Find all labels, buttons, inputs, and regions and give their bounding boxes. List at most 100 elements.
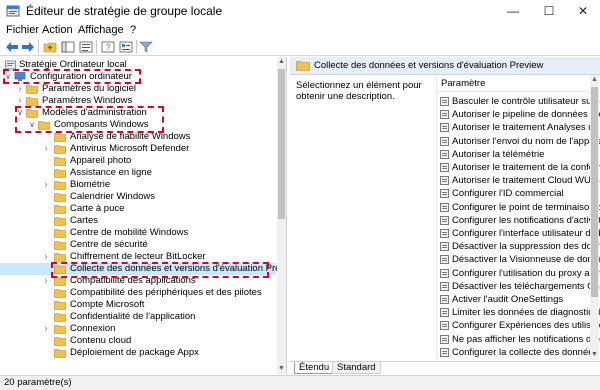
scroll-down-arrow-icon[interactable]: ▼ [590,350,599,360]
tree-software-settings[interactable]: › Paramètres du logiciel [0,83,286,95]
setting-row[interactable]: Désactiver les téléchargements OneSe [437,280,600,293]
setting-row[interactable]: Configurer le point de terminaison de [437,201,600,214]
collapsed-chevron-icon[interactable]: › [42,323,50,335]
folder-icon [54,145,66,154]
setting-row[interactable]: Configurer l'utilisation du proxy authe [437,267,600,280]
forward-icon[interactable] [20,39,36,55]
tree-component-item[interactable]: › Biométrie [0,179,276,191]
setting-label: Autoriser le traitement de la conformit [452,162,600,173]
tree-component-label: Compatibilité des périphériques et des p… [70,287,262,298]
policy-setting-icon [440,110,449,120]
help-icon[interactable]: ? [100,39,116,55]
tree-component-item[interactable]: Déploiement de package Appx [0,347,276,359]
menu-affichage[interactable]: Affichage [76,22,126,38]
back-icon[interactable] [4,39,20,55]
setting-row[interactable]: Désactiver la suppression des données [437,240,600,253]
maximize-button[interactable]: ☐ [532,0,566,22]
scroll-down-arrow-icon[interactable]: ▼ [277,364,286,374]
tree-component-item[interactable]: Confidentialité de l'application [0,311,276,323]
policy-setting-icon [440,281,449,291]
folder-icon [54,217,66,226]
list-view-icon[interactable] [78,39,94,55]
setting-row[interactable]: Limiter les données de diagnostic de r [437,306,600,319]
tree-component-item[interactable]: Contenu cloud [0,335,276,347]
tree-scrollbar-thumb[interactable] [278,69,285,219]
filter-icon[interactable] [138,39,154,55]
tree-component-label: Compte Microsoft [70,299,145,310]
show-hide-tree-icon[interactable] [60,39,76,55]
setting-row[interactable]: Autoriser le traitement de la conformit [437,161,600,174]
properties-icon[interactable] [118,39,134,55]
tree-component-item[interactable]: Centre de sécurité [0,239,276,251]
policy-setting-icon [440,295,449,304]
folder-icon [54,349,66,358]
tree-component-item[interactable]: Carte à puce [0,203,276,215]
policy-setting-icon [440,163,449,172]
folder-icon [54,301,66,310]
setting-row[interactable]: Autoriser le pipeline de données comm [437,108,600,121]
setting-row[interactable]: Autoriser le traitement Analyses du bu [437,121,600,134]
settings-list: Paramètre Basculer le contrôle utilisate… [436,75,600,359]
svg-text:?: ? [106,43,111,52]
collapsed-chevron-icon[interactable]: › [42,251,50,263]
scroll-up-arrow-icon[interactable]: ▲ [277,57,286,67]
setting-label: Désactiver la suppression des données [452,241,600,253]
setting-row[interactable]: Configurer Expériences des utilisateurs [437,319,600,332]
setting-row[interactable]: Configurer les notifications d'activati [437,214,600,227]
folder-icon [54,229,66,238]
setting-row[interactable]: Configurer la collecte des données de [437,346,600,359]
column-header-parametre[interactable]: Paramètre [437,75,600,92]
setting-label: Autoriser le traitement Cloud WUfB [452,175,600,187]
setting-row[interactable]: Autoriser la télémétrie [437,148,600,161]
setting-row[interactable]: Basculer le contrôle utilisateur sur les… [437,95,600,108]
setting-row[interactable]: Activer l'audit OneSettings [437,293,600,306]
tree-component-item[interactable]: Compatibilité des périphériques et des p… [0,287,276,299]
setting-row[interactable]: Configurer l'interface utilisateur de l'… [437,227,600,240]
tree-component-item[interactable]: › Antivirus Microsoft Defender [0,143,276,155]
tree-component-item[interactable]: Calendrier Windows [0,191,276,203]
folder-icon [54,157,66,166]
settings-scrollbar[interactable]: ▲ ▼ [590,75,599,360]
setting-row[interactable]: Autoriser le traitement Cloud WUfB [437,174,600,187]
collapsed-chevron-icon[interactable]: › [16,83,24,95]
policy-setting-icon [440,215,449,225]
tree-component-item[interactable]: Cartes [0,215,276,227]
menu-action[interactable]: Action [40,22,75,38]
setting-label: Désactiver la Visionneuse de données d [452,254,600,266]
tree-scrollbar[interactable]: ▲ ▼ [277,57,286,374]
setting-row[interactable]: Configurer l'ID commercial [437,187,600,200]
collapsed-chevron-icon[interactable]: › [42,275,50,287]
setting-row[interactable]: Autoriser l'envoi du nom de l'appareil [437,135,600,148]
tab-etendu[interactable]: Étendu [294,362,335,374]
tree-component-item[interactable]: Appareil photo [0,155,276,167]
policy-setting-icon [440,255,449,265]
tree-component-label: Centre de sécurité [70,239,148,250]
tab-standard[interactable]: Standard [332,362,381,374]
tree-component-item[interactable]: › Connexion [0,323,276,335]
folder-icon [54,205,66,214]
folder-up-icon[interactable] [42,39,58,55]
tree-software-settings-label: Paramètres du logiciel [42,83,136,94]
settings-scrollbar-thumb[interactable] [591,87,598,297]
setting-label: Configurer Expériences des utilisateurs [452,320,600,332]
folder-icon [296,61,310,71]
tree-component-label: Assistance en ligne [70,167,152,178]
scroll-up-arrow-icon[interactable]: ▲ [590,75,599,85]
tree-component-item[interactable]: Centre de mobilité Windows [0,227,276,239]
tree-component-item[interactable]: Assistance en ligne [0,167,276,179]
setting-row[interactable]: Ne pas afficher les notifications de con [437,333,600,346]
close-button[interactable]: ✕ [566,0,600,22]
policy-setting-icon [440,229,449,238]
tree-component-item[interactable]: Compte Microsoft [0,299,276,311]
minimize-button[interactable]: — [496,0,530,22]
highlight-box [51,262,269,278]
folder-icon [54,133,66,142]
collapsed-chevron-icon[interactable]: › [42,179,50,191]
setting-row[interactable]: Désactiver la Visionneuse de données d [437,253,600,266]
highlight-box [3,69,141,84]
collapsed-chevron-icon[interactable]: › [42,143,50,155]
tree-component-label: Contenu cloud [70,335,132,346]
tree-component-label: Centre de mobilité Windows [70,227,189,238]
menu-help[interactable]: ? [128,22,138,38]
menu-fichier[interactable]: Fichier [4,22,41,38]
